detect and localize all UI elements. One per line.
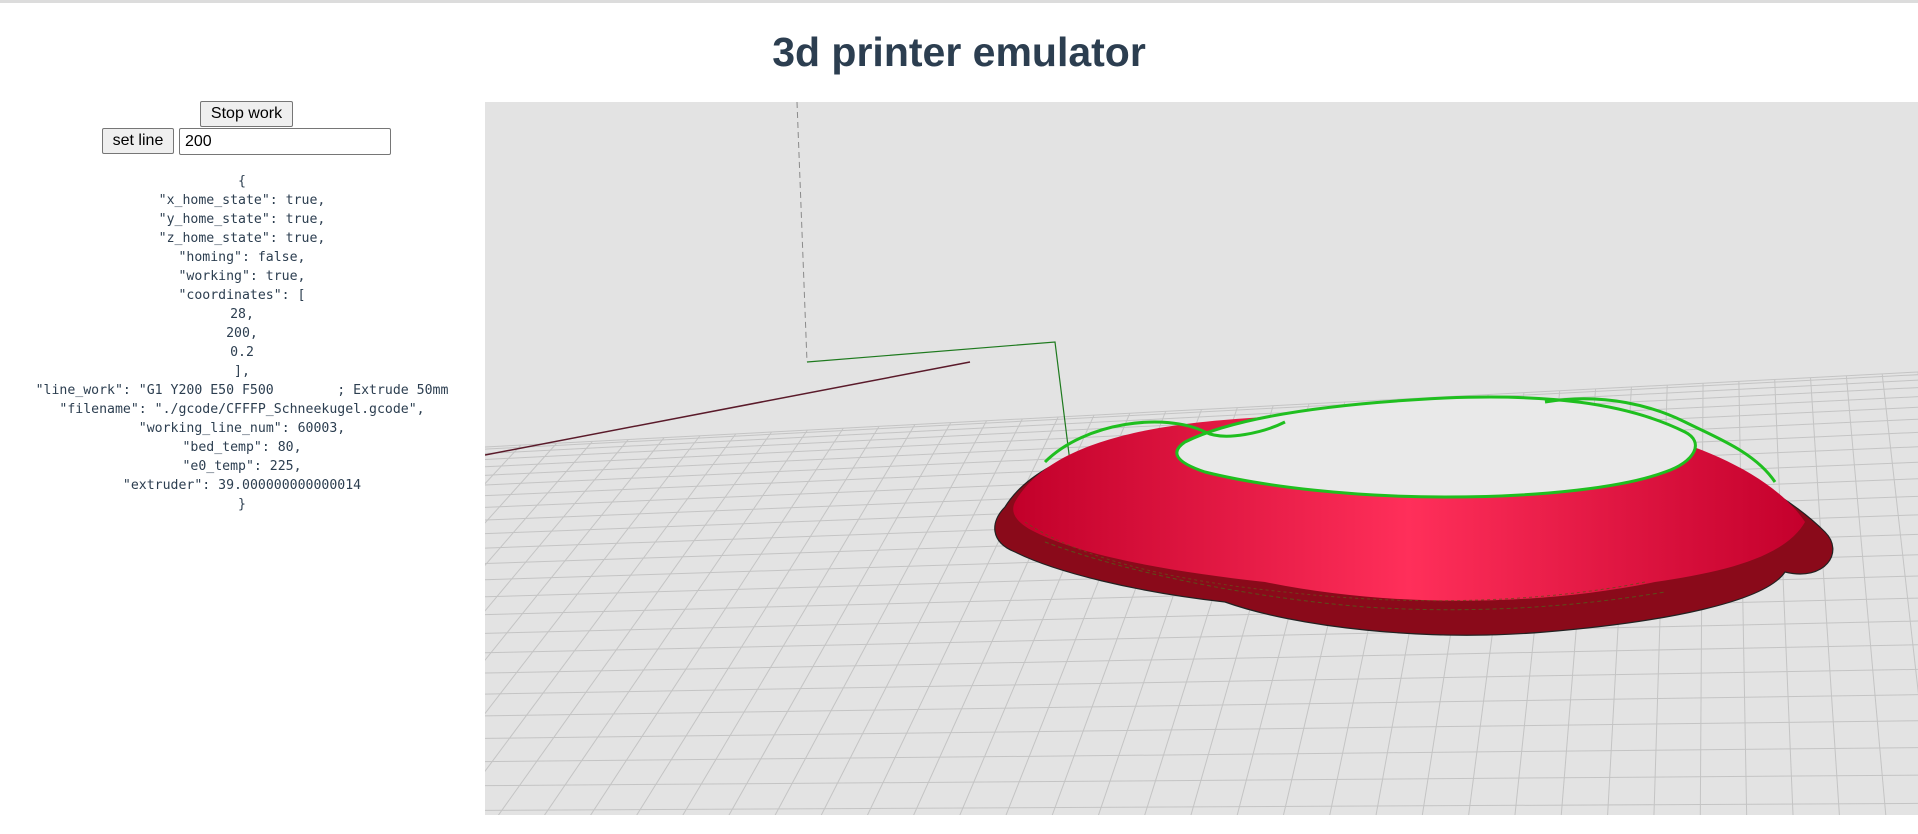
status-line: 200, xyxy=(226,326,258,341)
z-axis-dashed-line xyxy=(796,102,808,363)
control-panel: Stop work set line { "x_home_state": tru… xyxy=(0,101,484,834)
status-line: "x_home_state": true, xyxy=(158,193,326,208)
status-line: "bed_temp": 80, xyxy=(182,440,302,455)
page-title: 3d printer emulator xyxy=(772,29,1146,75)
line-number-input[interactable] xyxy=(179,128,391,155)
status-line: "coordinates": [ xyxy=(178,288,306,303)
status-line: "homing": false, xyxy=(178,250,306,265)
status-json: { "x_home_state": true, "y_home_state": … xyxy=(0,172,484,514)
printed-model xyxy=(994,395,1834,636)
status-line: "extruder": 39.000000000000014 xyxy=(122,478,362,493)
status-line: 0.2 xyxy=(230,345,254,360)
top-divider xyxy=(0,0,1918,3)
scene-canvas xyxy=(485,102,1918,815)
set-line-button[interactable]: set line xyxy=(102,128,174,154)
status-line: "filename": "./gcode/CFFFP_Schneekugel.g… xyxy=(59,402,425,417)
status-line: { xyxy=(238,174,246,189)
status-line: "e0_temp": 225, xyxy=(182,459,302,474)
status-line: 28, xyxy=(230,307,254,322)
status-line: "y_home_state": true, xyxy=(158,212,326,227)
status-line: "working": true, xyxy=(178,269,306,284)
stop-work-button[interactable]: Stop work xyxy=(200,101,293,127)
printer-3d-viewport[interactable] xyxy=(485,102,1918,815)
status-line: "line_work": "G1 Y200 E50 F500 ; Extrude… xyxy=(35,383,449,398)
status-line: "z_home_state": true, xyxy=(158,231,326,246)
status-line: ], xyxy=(234,364,250,379)
status-line: "working_line_num": 60003, xyxy=(138,421,346,436)
status-line: } xyxy=(238,497,246,512)
